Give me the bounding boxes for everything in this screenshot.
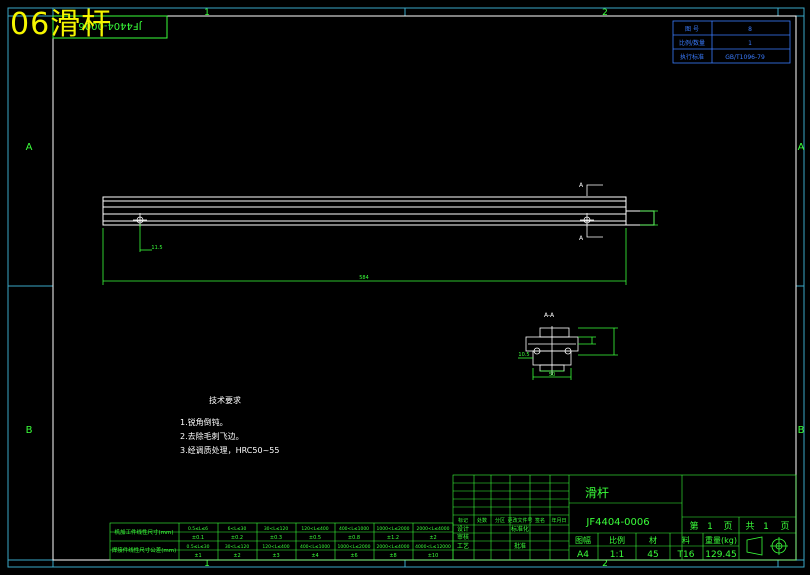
zone-row-b-left: B — [26, 425, 33, 436]
tol-r1-val-3: ±0.3 — [270, 535, 282, 541]
role-design: 设计 — [457, 525, 469, 533]
total-label: 共 — [745, 521, 754, 532]
total-unit: 页 — [780, 521, 789, 532]
tol-r1-range-4: 120<L≤400 — [301, 526, 328, 532]
tol-row1-label: 机加工件线性尺寸(mm) — [114, 528, 173, 536]
val-scale: 1:1 — [610, 550, 624, 560]
sign-col-4: 更改文件号 — [507, 517, 532, 524]
tech-req-item-2: 2.去除毛刺飞边。 — [180, 431, 244, 441]
tol-r1-val-5: ±0.8 — [348, 535, 360, 541]
tol-r1-range-7: 2000<L≤4000 — [417, 526, 450, 532]
tol-r2-val-3: ±3 — [272, 553, 279, 559]
tr-label-1: 图 号 — [685, 26, 699, 33]
tol-r2-val-2: ±2 — [233, 553, 240, 559]
role-approve: 批准 — [514, 542, 526, 550]
role-process: 工艺 — [457, 542, 469, 550]
tech-req-item-3: 3.经调质处理，HRC50~55 — [180, 445, 279, 455]
tr-label-2: 比例/数量 — [679, 39, 705, 47]
tol-r2-val-5: ±6 — [350, 553, 357, 559]
tol-r1-range-3: 30<L≤120 — [264, 526, 289, 532]
dim-section-left: 10.5 — [518, 352, 529, 358]
tech-req-item-1: 1.锐角倒钝。 — [180, 417, 228, 427]
sign-col-6: 年月日 — [551, 517, 566, 524]
val-material: 45 — [647, 550, 658, 560]
tr-value-2: 1 — [748, 40, 752, 47]
hdr-scale: 比例 — [609, 535, 625, 545]
tol-r2-range-7: 4000<L≤12000 — [415, 544, 451, 550]
sheet-unit: 页 — [723, 521, 732, 532]
zone-row-b-right: B — [798, 425, 805, 436]
sign-col-3: 分区 — [495, 517, 505, 524]
hdr-weight: 重量(kg) — [705, 535, 737, 545]
drawing-number: JF4404-0006 — [585, 517, 649, 528]
hdr-material-a: 材 — [649, 535, 657, 545]
zone-row-a-left: A — [26, 142, 33, 153]
tol-r1-val-7: ±2 — [429, 535, 436, 541]
tr-value-1: 8 — [748, 26, 752, 33]
val-material-code: T16 — [677, 550, 695, 560]
sheet-label: 第 — [689, 520, 698, 532]
tol-r1-range-5: 400<L≤1000 — [339, 526, 369, 532]
tol-r2-range-5: 1000<L≤2000 — [338, 544, 371, 550]
tol-r1-val-2: ±0.2 — [231, 535, 243, 541]
total-number: 1 — [763, 522, 769, 532]
sheet-number: 1 — [707, 522, 713, 532]
tol-r2-range-2: 30<L≤120 — [225, 544, 250, 550]
tol-r2-range-4: 400<L≤1000 — [300, 544, 330, 550]
role-standard: 标准化 — [511, 525, 529, 533]
part-name: 滑杆 — [585, 486, 609, 500]
val-format: A4 — [577, 550, 589, 560]
tol-r2-range-3: 120<L≤400 — [262, 544, 289, 550]
tech-req-heading: 技术要求 — [209, 395, 241, 405]
val-weight: 129.45 — [705, 550, 737, 560]
dim-hole-offset: 11.5 — [151, 245, 162, 251]
sign-col-5: 签名 — [535, 517, 545, 524]
tol-r1-range-2: 6<L≤30 — [228, 526, 247, 532]
dim-overall-length: 584 — [359, 275, 369, 281]
drawing-sheet: 1 2 1 2 A B A B JF4404-0006 图 号 8 比例/数量 … — [0, 0, 810, 575]
sign-col-1: 标记 — [458, 517, 468, 524]
tr-label-3: 执行标准 — [680, 53, 704, 61]
role-review: 审核 — [457, 533, 469, 541]
sign-col-2: 处数 — [477, 517, 487, 524]
tol-r1-val-6: ±1.2 — [387, 535, 399, 541]
section-view-label: A-A — [544, 312, 555, 319]
tol-r2-range-1: 0.5≤L≤30 — [187, 544, 210, 550]
hdr-format: 图幅 — [575, 535, 591, 545]
tol-r2-val-4: ±4 — [311, 553, 318, 559]
overlay-title: 06滑杆 — [10, 7, 113, 42]
tol-row2-label: 焊接件线性尺寸公差(mm) — [112, 546, 177, 554]
zone-row-a-right: A — [798, 142, 805, 153]
tol-r2-val-7: ±10 — [428, 553, 439, 559]
tol-r1-val-4: ±0.5 — [309, 535, 321, 541]
tol-r2-range-6: 2000<L≤4000 — [377, 544, 410, 550]
tol-r1-val-1: ±0.1 — [192, 535, 204, 541]
tr-value-3: GB/T1096-79 — [725, 54, 765, 61]
hdr-material-b: 料 — [682, 535, 690, 545]
tol-r2-val-6: ±8 — [389, 553, 396, 559]
tol-r1-range-1: 0.5≤L≤6 — [188, 526, 208, 532]
tol-r2-val-1: ±1 — [194, 553, 201, 559]
tol-r1-range-6: 1000<L≤2000 — [377, 526, 410, 532]
dim-section-bottom: 50 — [549, 372, 555, 378]
